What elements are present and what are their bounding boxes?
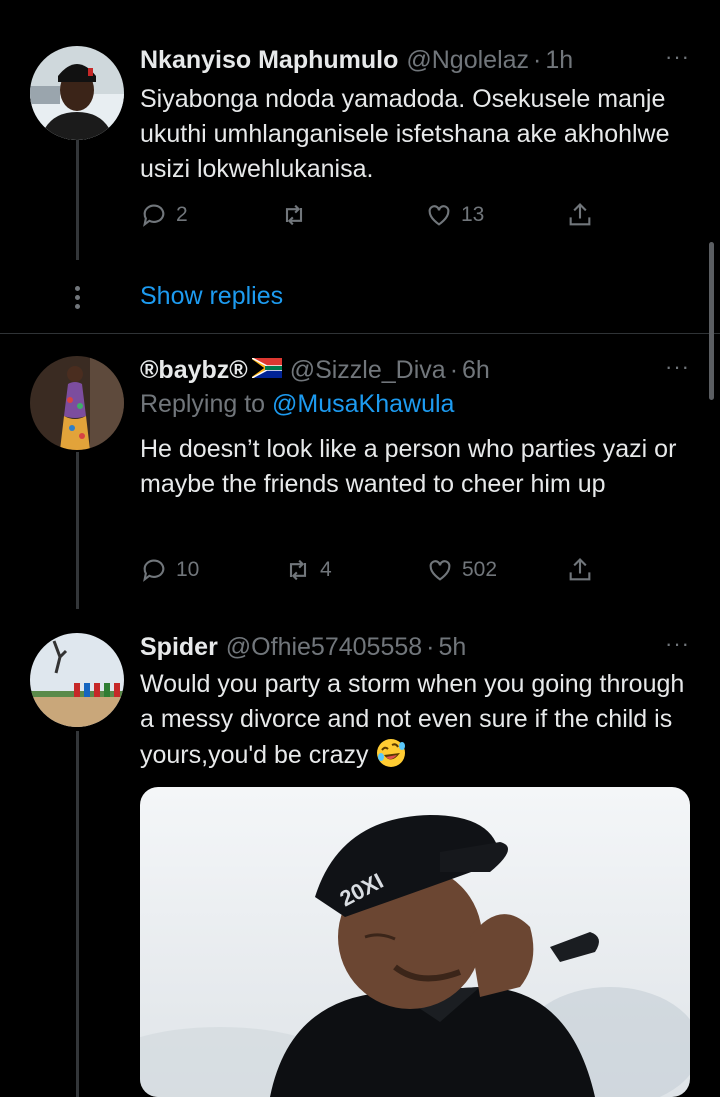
display-name[interactable]: Spider: [140, 631, 218, 663]
timestamp[interactable]: 6h: [462, 354, 490, 386]
avatar-spider[interactable]: [30, 633, 124, 727]
reply-count: 10: [176, 558, 200, 581]
like-count: 502: [462, 558, 498, 581]
separator-dot: ·: [533, 46, 542, 74]
share-icon: [569, 203, 591, 226]
more-replies-dots: [72, 286, 82, 313]
thread-line: [76, 140, 79, 260]
retweet-count: 4: [320, 558, 332, 581]
tweet-text-body: Would you party a storm when you going t…: [140, 670, 685, 769]
show-replies-link[interactable]: Show replies: [140, 282, 283, 311]
reply-button[interactable]: 10: [140, 556, 199, 584]
tweet-media-image[interactable]: 20XI: [140, 787, 690, 1097]
tweet-spider[interactable]: Spider @Ofhie57405558 · 5h ··· Would you…: [0, 609, 720, 1097]
tweet-header: Nkanyiso Maphumulo @Ngolelaz · 1h: [140, 44, 690, 76]
scrollbar[interactable]: [709, 242, 714, 400]
like-button[interactable]: 13: [425, 201, 484, 229]
rolling-on-floor-laughing-emoji-icon: [376, 739, 405, 767]
display-name[interactable]: ®baybz®: [140, 354, 248, 386]
reply-icon: [143, 559, 165, 582]
tweet-baybz[interactable]: ®baybz® @Sizzle_Diva · 6h ··· Replying t…: [0, 334, 720, 609]
more-options-icon[interactable]: ···: [665, 631, 690, 657]
thread-line: [76, 452, 79, 609]
replying-to-line: Replying to @MusaKhawula: [140, 386, 690, 422]
like-button[interactable]: 502: [426, 556, 497, 584]
display-name[interactable]: Nkanyiso Maphumulo: [140, 44, 398, 76]
avatar-baybz[interactable]: [30, 356, 124, 450]
retweet-button[interactable]: [280, 201, 316, 229]
user-handle[interactable]: @Sizzle_Diva: [290, 354, 446, 386]
tweet-nkanyiso[interactable]: Nkanyiso Maphumulo @Ngolelaz · 1h ··· Si…: [0, 0, 720, 333]
tweet-text: Would you party a storm when you going t…: [140, 667, 690, 773]
share-button[interactable]: [566, 201, 594, 229]
tweet-text: He doesn’t look like a person who partie…: [140, 435, 677, 498]
retweet-button[interactable]: 4: [284, 556, 332, 584]
heart-icon: [428, 205, 450, 226]
tweet-header: ®baybz® @Sizzle_Diva · 6h: [140, 354, 690, 386]
retweet-icon: [289, 559, 307, 581]
tweet-actions: 2 13: [140, 201, 690, 235]
replying-to-label: Replying to: [140, 390, 266, 418]
share-button[interactable]: [566, 556, 594, 584]
user-handle[interactable]: @Ngolelaz: [406, 44, 529, 76]
reply-icon: [143, 204, 165, 227]
timestamp[interactable]: 1h: [545, 44, 573, 76]
like-count: 13: [461, 203, 485, 226]
replying-to-mention[interactable]: @MusaKhawula: [272, 390, 454, 418]
reply-count: 2: [176, 203, 188, 226]
separator-dot: ·: [449, 356, 459, 384]
more-options-icon[interactable]: ···: [665, 354, 690, 380]
separator-dot: ·: [426, 633, 435, 661]
tweet-header: Spider @Ofhie57405558 · 5h: [140, 631, 690, 663]
reply-button[interactable]: 2: [140, 201, 188, 229]
thread-line: [76, 731, 79, 1097]
south-africa-flag-icon: [251, 358, 282, 378]
share-icon: [569, 558, 591, 581]
tweet-text: Siyabonga ndoda yamadoda. Osekusele manj…: [140, 85, 670, 183]
tweet-actions: 10 4 502: [140, 556, 690, 590]
timestamp[interactable]: 5h: [439, 631, 467, 663]
retweet-icon: [285, 204, 303, 226]
avatar-nkanyiso[interactable]: [30, 46, 124, 140]
user-handle[interactable]: @Ofhie57405558: [226, 631, 422, 663]
more-options-icon[interactable]: ···: [665, 44, 690, 70]
heart-icon: [429, 560, 451, 581]
